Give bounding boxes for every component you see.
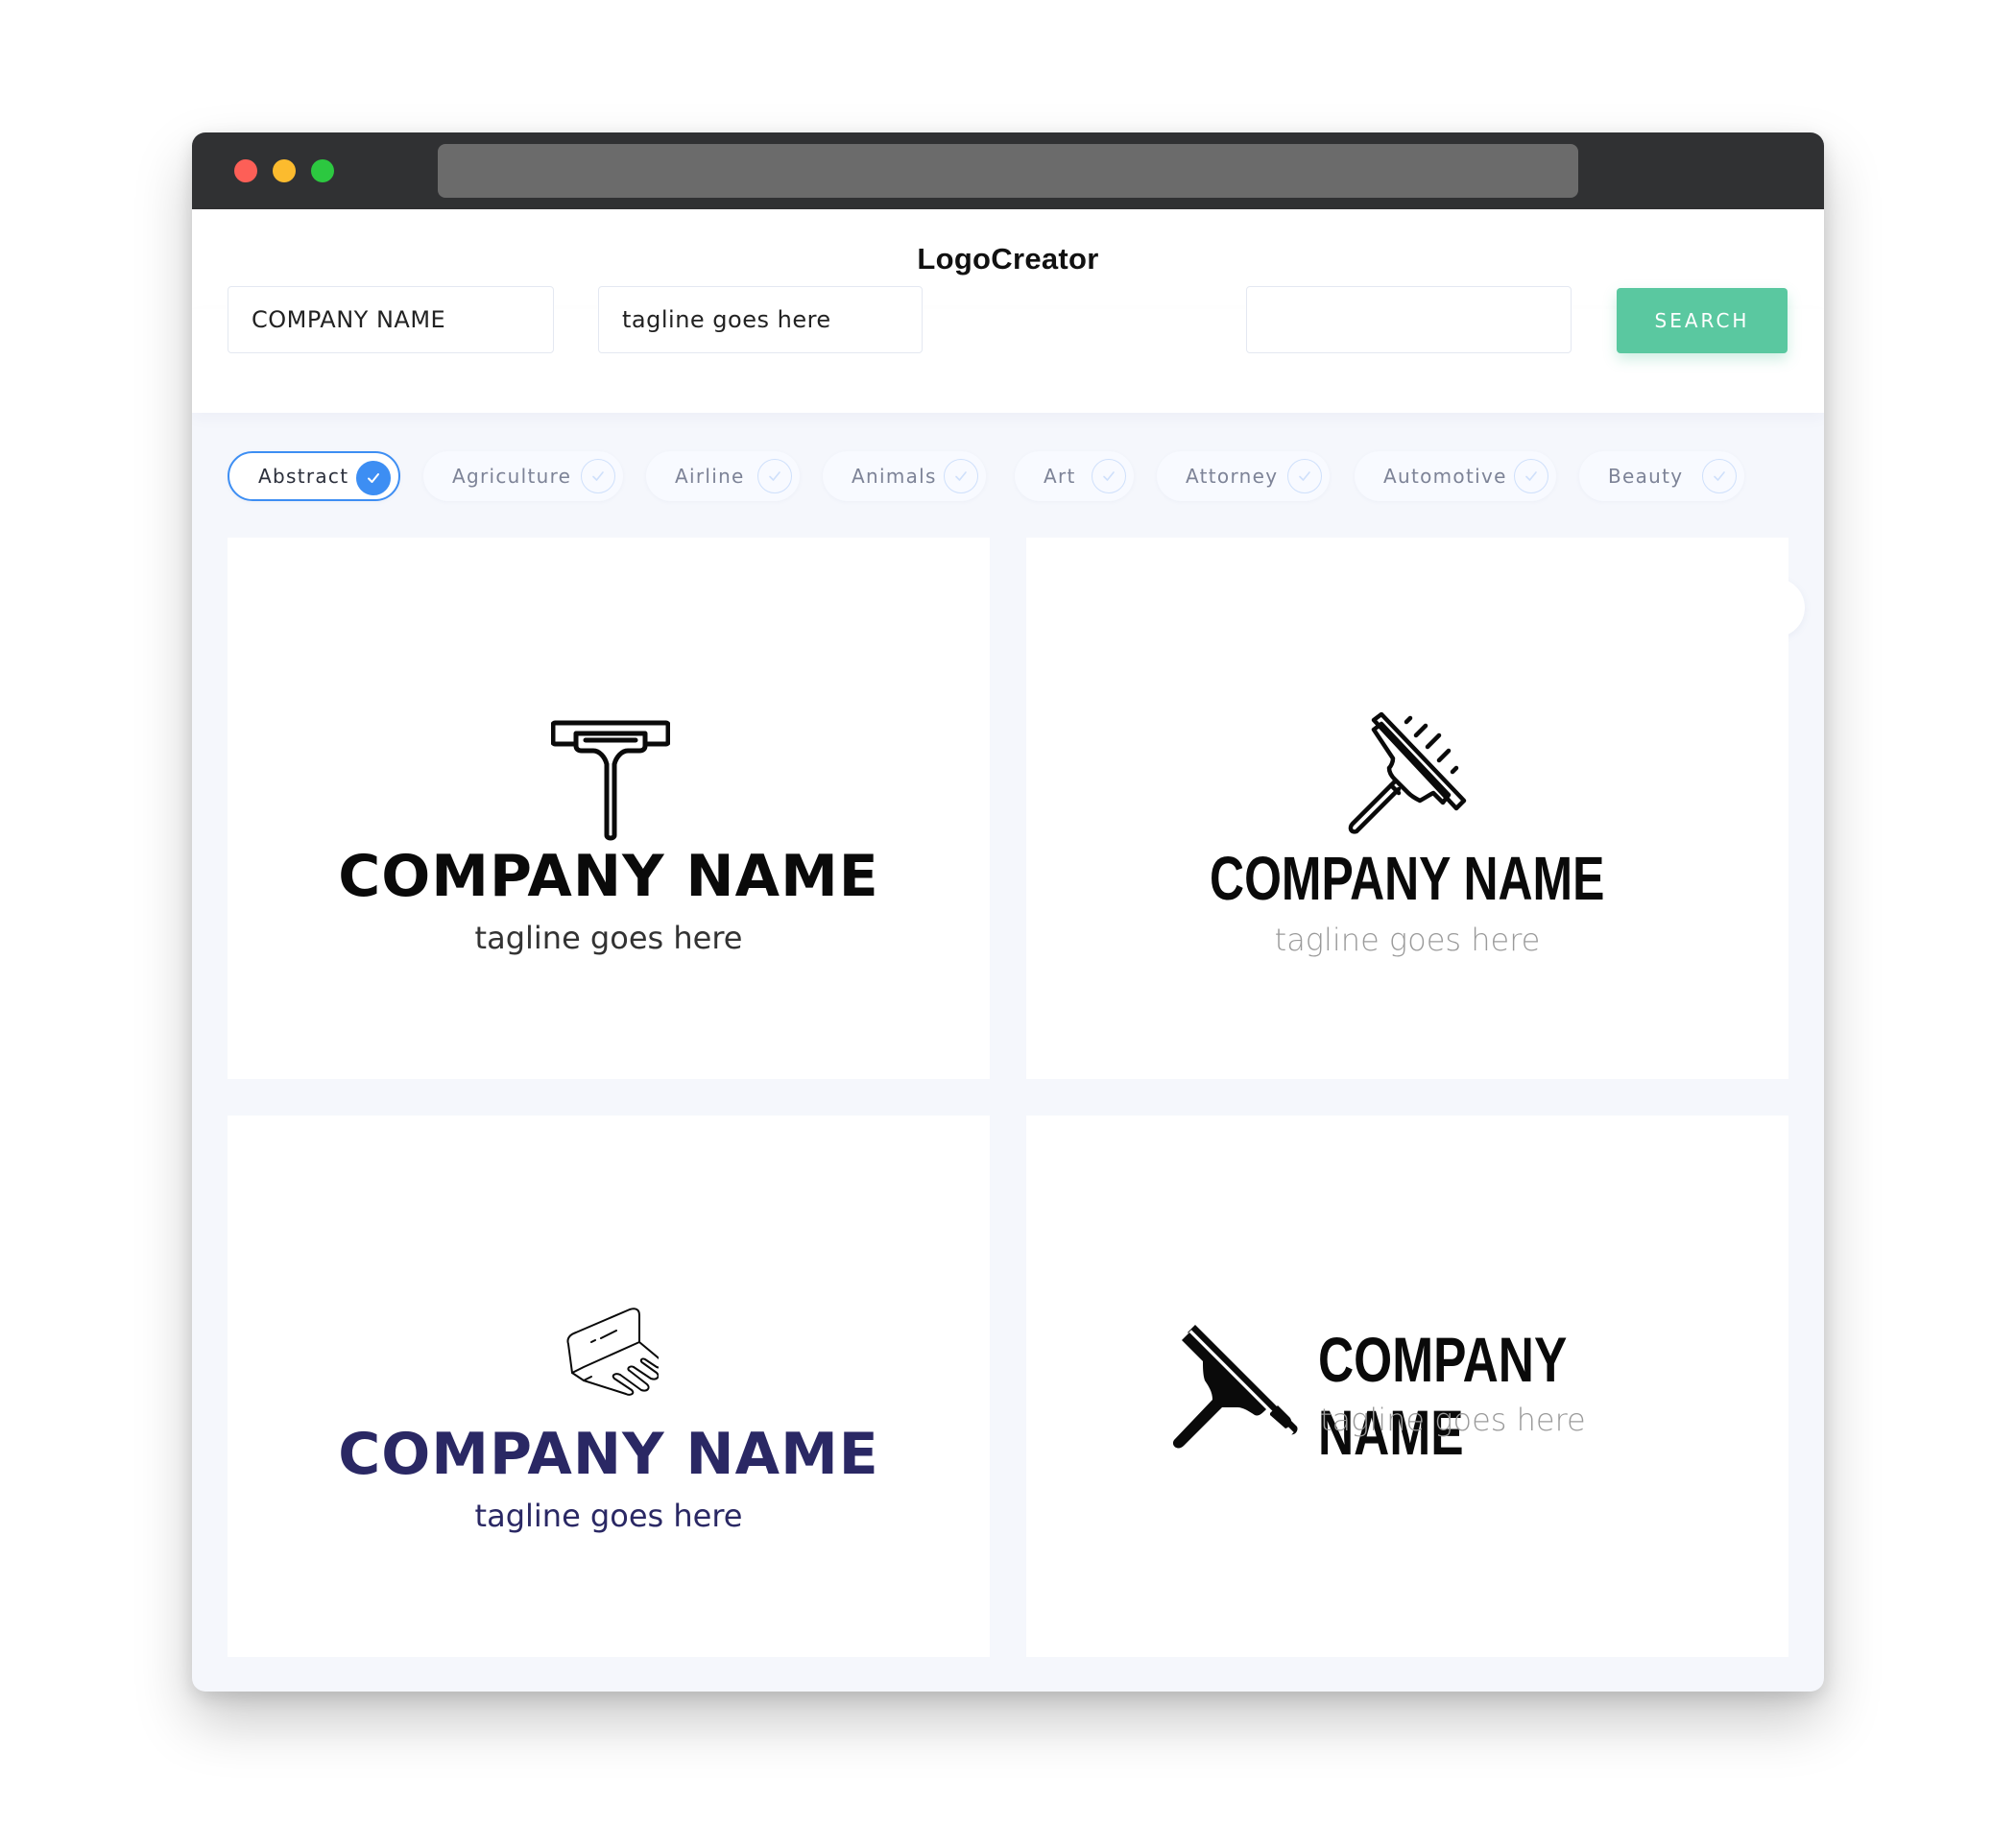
company-name-text: COMPANY NAME [1210,844,1605,913]
logo-card[interactable]: COMPANY NAME tagline goes here [1026,1116,1788,1657]
check-icon [1092,459,1126,493]
squeegee-wiping-icon [1348,712,1467,834]
category-chip-art[interactable]: Art [1015,451,1134,501]
check-icon [1702,459,1737,493]
check-icon [757,459,792,493]
category-chip-airline[interactable]: Airline [646,451,800,501]
squeegee-trace-icon [566,1308,659,1396]
category-chip-attorney[interactable]: Attorney [1157,451,1330,501]
keyword-field[interactable] [1246,286,1572,353]
keyword-input[interactable] [1270,306,1571,333]
category-label: Agriculture [452,465,572,488]
category-label: Beauty [1608,465,1684,488]
category-chip-automotive[interactable]: Automotive [1355,451,1556,501]
check-icon [1514,459,1548,493]
tagline-field[interactable] [598,286,923,353]
squeegee-solid-icon [1172,1325,1298,1449]
category-chip-beauty[interactable]: Beauty [1579,451,1744,501]
title-bar [192,132,1824,209]
category-label: Animals [852,465,937,488]
category-chip-agriculture[interactable]: Agriculture [423,451,623,501]
company-name-input[interactable] [252,306,553,333]
check-icon [356,461,391,495]
browser-window: LogoCreator SEARCH Abstract Agriculture … [192,132,1824,1692]
check-icon [581,459,615,493]
category-label: Attorney [1186,465,1279,488]
tagline-text: tagline goes here [474,920,743,956]
category-filter-list: Abstract Agriculture Airline Animals Art… [228,451,1821,501]
tagline-text: tagline goes here [474,1498,743,1534]
company-name-text: COMPANY NAME [338,843,879,910]
category-chip-animals[interactable]: Animals [823,451,986,501]
minimize-window-button[interactable] [273,159,296,182]
search-button[interactable]: SEARCH [1617,288,1788,353]
brand-logo[interactable]: LogoCreator [917,242,1098,276]
category-label: Abstract [258,465,349,488]
category-label: Automotive [1383,465,1507,488]
logo-card[interactable]: COMPANY NAME tagline goes here [228,538,990,1079]
tagline-text: tagline goes here [1274,922,1541,958]
squeegee-outline-icon [551,720,670,841]
category-chip-abstract[interactable]: Abstract [228,451,400,501]
address-bar[interactable] [438,144,1578,198]
category-label: Airline [675,465,745,488]
logo-card[interactable]: COMPANY NAME tagline goes here [228,1116,990,1657]
company-name-text: COMPANY NAME [1318,1324,1567,1468]
tagline-text: tagline goes here [1320,1402,1586,1438]
company-name-text: COMPANY NAME [338,1421,879,1488]
category-label: Art [1044,465,1076,488]
check-icon [944,459,978,493]
logo-card[interactable]: COMPANY NAME tagline goes here [1026,538,1788,1079]
maximize-window-button[interactable] [311,159,334,182]
company-name-field[interactable] [228,286,554,353]
check-icon [1287,459,1322,493]
tagline-input[interactable] [622,306,922,333]
close-window-button[interactable] [234,159,257,182]
